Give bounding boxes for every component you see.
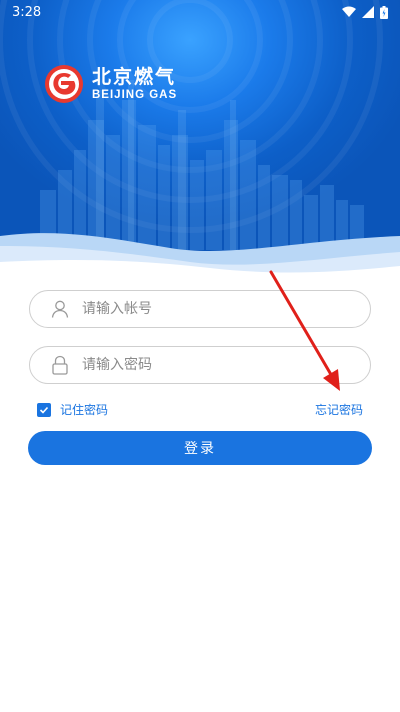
remember-checkbox[interactable] [37, 402, 51, 417]
header-banner: 3:28 北京燃气 BEIJING GAS [0, 0, 400, 280]
logo-english: BEIJING GAS [92, 88, 178, 101]
remember-label: 记住密码 [60, 403, 109, 417]
account-field[interactable] [29, 290, 371, 328]
battery-icon [380, 5, 388, 19]
logo-mark-icon [45, 65, 83, 103]
beijing-gas-logo: 北京燃气 BEIJING GAS [44, 64, 177, 104]
wave-divider [0, 233, 400, 280]
user-icon [51, 300, 69, 318]
check-icon [39, 406, 49, 414]
password-input[interactable] [80, 356, 354, 374]
status-icons [342, 5, 388, 19]
status-bar: 3:28 [0, 0, 400, 24]
signal-icon [362, 6, 374, 18]
logo-text: 北京燃气 BEIJING GAS [92, 66, 177, 103]
wifi-icon [342, 6, 356, 17]
status-time: 3:28 [12, 4, 42, 20]
logo-chinese: 北京燃气 [92, 65, 177, 88]
lock-icon [52, 355, 68, 375]
remember-password[interactable]: 记住密码 [37, 401, 108, 418]
password-field[interactable] [29, 346, 371, 384]
login-button[interactable]: 登录 [28, 431, 372, 465]
forgot-password-link[interactable]: 忘记密码 [315, 401, 363, 418]
account-input[interactable] [80, 300, 354, 318]
